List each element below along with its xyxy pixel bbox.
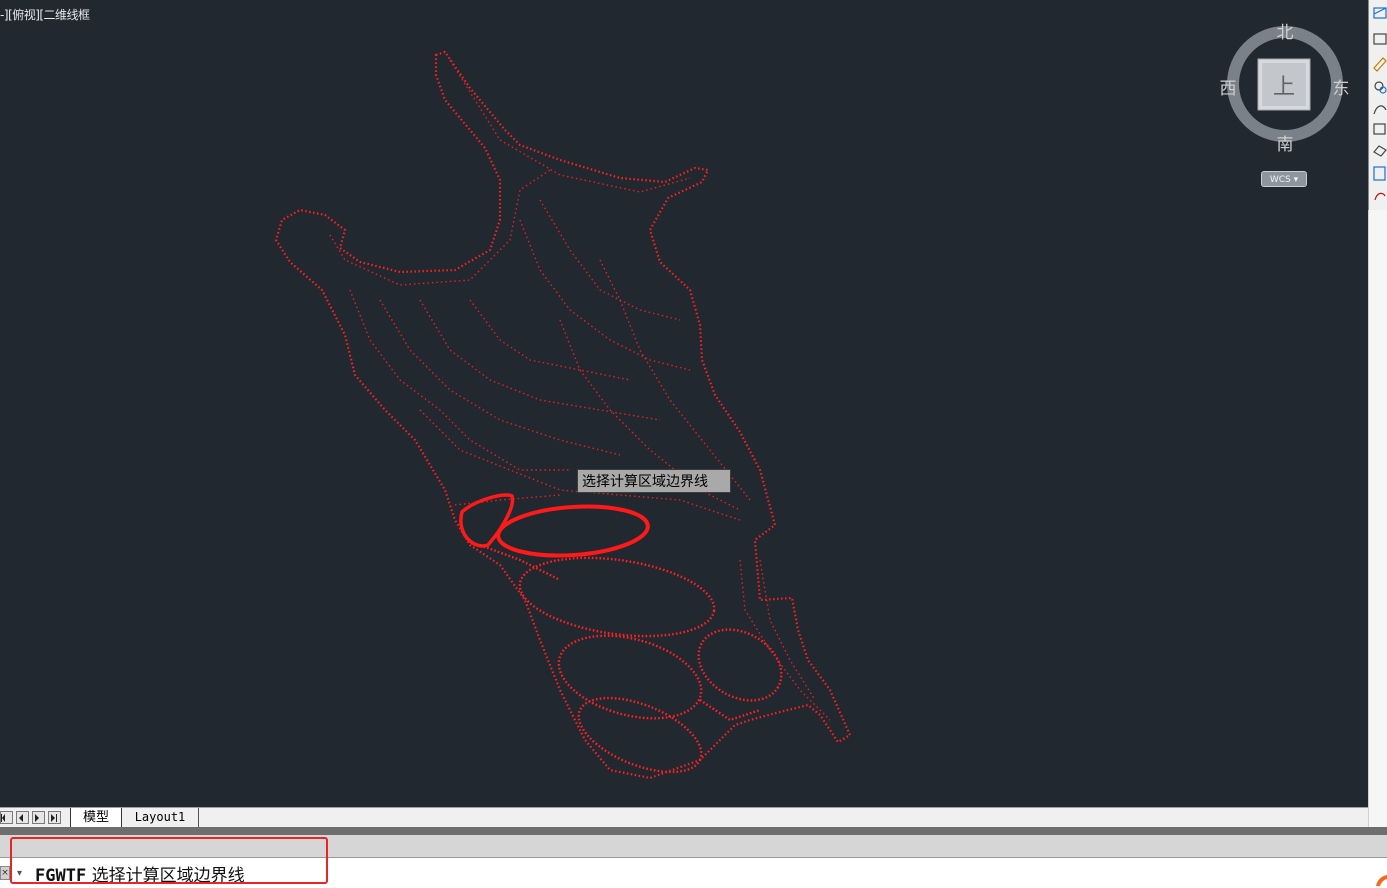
- highlight-annotation-box: [10, 837, 328, 884]
- tool-icon-1[interactable]: [1373, 7, 1387, 19]
- corner-logo-icon: [1376, 875, 1387, 886]
- wcs-label: WCS: [1269, 175, 1291, 185]
- drawing-viewport[interactable]: -][俯视][二维线框 选择计算区域边界线 北 西 东 南 上 WCS ▾: [0, 0, 1368, 807]
- tool-icon-6[interactable]: [1373, 123, 1386, 135]
- contour-lines: [329, 59, 831, 721]
- tool-icon-5[interactable]: [1373, 105, 1387, 115]
- viewcube[interactable]: 北 西 东 南 上: [1215, 18, 1355, 193]
- pit-outlines: [479, 543, 783, 774]
- right-scroll-strip[interactable]: [1368, 210, 1387, 830]
- viewcube-face-top[interactable]: 上: [1270, 69, 1298, 101]
- wcs-menu[interactable]: WCS ▾: [1261, 171, 1307, 187]
- right-toolbar: [1368, 0, 1387, 210]
- selected-boundary-main[interactable]: [496, 502, 650, 560]
- tool-icon-7[interactable]: [1373, 145, 1387, 157]
- tab-layout1[interactable]: Layout1: [122, 808, 199, 827]
- selected-boundary-left[interactable]: [459, 493, 515, 548]
- dropdown-arrow-icon: ▾: [1293, 175, 1299, 185]
- tool-icon-9[interactable]: [1374, 192, 1386, 201]
- command-tooltip: 选择计算区域边界线: [577, 469, 731, 493]
- compass-north[interactable]: 北: [1272, 18, 1298, 43]
- tab-scroll-separator: [0, 827, 1387, 835]
- compass-south[interactable]: 南: [1272, 130, 1298, 155]
- tool-icon-3[interactable]: [1373, 57, 1387, 72]
- compass-east[interactable]: 东: [1328, 74, 1354, 99]
- close-icon[interactable]: ×: [0, 866, 10, 880]
- tool-icon-4[interactable]: [1374, 81, 1387, 94]
- outer-boundary: [274, 50, 852, 780]
- tab-model[interactable]: 模型: [70, 808, 122, 827]
- tab-nav-glyphs: [1, 814, 57, 822]
- layout-tab-bar: 模型 Layout1: [0, 807, 1368, 828]
- compass-west[interactable]: 西: [1215, 74, 1241, 99]
- viewport-label[interactable]: -][俯视][二维线框: [0, 6, 90, 23]
- terrain-point-drawing[interactable]: [0, 0, 1368, 807]
- tool-icon-2[interactable]: [1373, 33, 1387, 45]
- tool-icon-8[interactable]: [1373, 166, 1386, 181]
